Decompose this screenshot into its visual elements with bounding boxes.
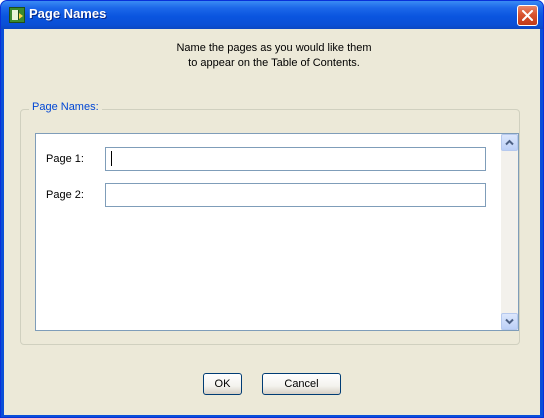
page-1-label: Page 1:	[46, 153, 84, 165]
instructions-text: Name the pages as you would like them to…	[84, 41, 464, 71]
ok-button[interactable]: OK	[203, 373, 242, 395]
scroll-up-button[interactable]	[501, 134, 518, 151]
cancel-button[interactable]: Cancel	[262, 373, 341, 395]
close-icon	[522, 10, 533, 21]
page-names-app-icon	[9, 7, 25, 23]
text-caret	[111, 151, 112, 166]
chevron-down-icon	[505, 318, 514, 325]
page-names-list: Page 1: Page 2:	[35, 133, 519, 331]
window-title: Page Names	[29, 6, 107, 21]
scroll-down-button[interactable]	[501, 313, 518, 330]
instructions-line-1: Name the pages as you would like them	[176, 42, 372, 54]
title-bar[interactable]: Page Names	[1, 1, 543, 29]
page-2-name-input[interactable]	[105, 183, 486, 207]
instructions-line-2: to appear on the Table of Contents.	[188, 57, 360, 69]
page-2-label: Page 2:	[46, 189, 84, 201]
page-1-name-input[interactable]	[105, 147, 486, 171]
page-names-dialog: Page Names Name the pages as you would l…	[0, 0, 544, 418]
page-names-group: Page Names: Page 1: Page 2:	[20, 101, 520, 345]
chevron-up-icon	[505, 139, 514, 146]
page-names-group-legend: Page Names:	[29, 101, 102, 113]
vertical-scrollbar[interactable]	[501, 134, 518, 330]
close-button[interactable]	[517, 5, 538, 26]
dialog-body: Name the pages as you would like them to…	[4, 29, 540, 415]
